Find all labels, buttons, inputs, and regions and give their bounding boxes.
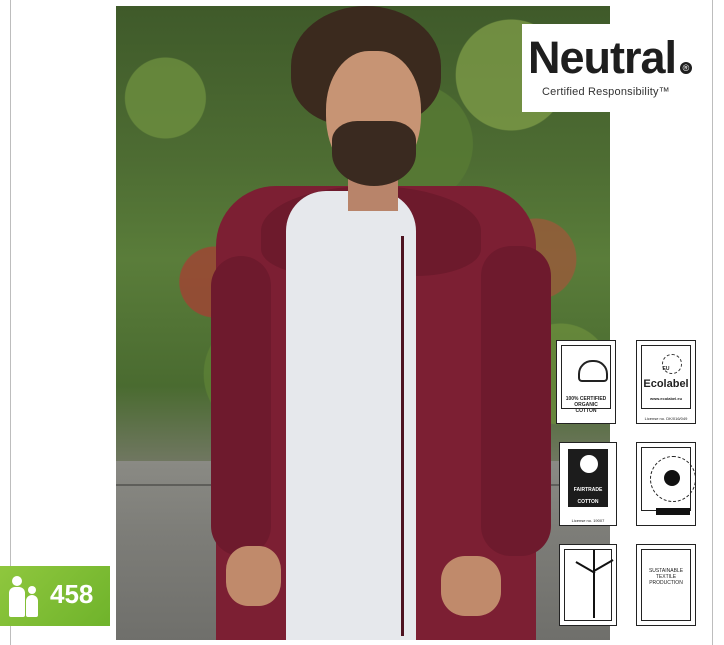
logo-registered-mark: ® <box>680 62 692 74</box>
badge-frame: 100% CERTIFIED ORGANIC COTTON <box>561 345 611 414</box>
hoodie-zip <box>401 236 404 636</box>
fairtrade-badge: FAIRTRADE COTTON License no. 19007 <box>559 442 617 526</box>
fairtrade-label: FAIRTRADE <box>573 487 603 493</box>
wind-energy-badge <box>559 544 617 626</box>
organic-cotton-label: 100% CERTIFIED ORGANIC COTTON <box>565 396 607 414</box>
tshirt <box>286 191 416 640</box>
person-beard <box>332 121 416 186</box>
badge-frame <box>564 549 614 621</box>
neutral-logo: Neutral ® Certified Responsibility™ <box>522 24 696 112</box>
cotton-flower-icon <box>578 360 608 382</box>
organic-cotton-badge: 100% CERTIFIED ORGANIC COTTON <box>556 340 616 424</box>
eu-ecolabel-badge: EU Ecolabel www.ecolabel.eu License no. … <box>636 340 696 424</box>
fairtrade-license: License no. 19007 <box>571 518 605 523</box>
seal-center-icon <box>664 470 680 486</box>
family-icon <box>6 576 42 620</box>
logo-tagline: Certified Responsibility™ <box>542 86 670 98</box>
seal-bar <box>656 508 690 515</box>
page-number: 458 <box>50 579 94 609</box>
ecolabel-url: www.ecolabel.eu <box>649 396 683 401</box>
fairtrade-mark: FAIRTRADE COTTON <box>568 449 608 507</box>
logo-wordmark: Neutral <box>528 32 677 83</box>
person-left-hand <box>226 546 281 606</box>
ecolabel-eu: EU <box>662 366 670 372</box>
wind-turbine-icon <box>593 570 595 618</box>
person-right-hand <box>441 556 501 616</box>
badge-frame: EU Ecolabel www.ecolabel.eu <box>641 345 691 409</box>
hoodie-right-arm <box>481 246 551 556</box>
turbine-blade <box>593 550 595 571</box>
step-label: SUSTAINABLE TEXTILE PRODUCTION <box>648 568 684 586</box>
page-border-right <box>712 0 713 645</box>
page-number-badge: 458 <box>0 566 110 626</box>
page-border-left <box>10 0 11 645</box>
hoodie-left-arm <box>211 256 271 556</box>
ecolabel-license: License no. DK/016/049 <box>644 416 688 421</box>
ecolabel-word: Ecolabel <box>643 378 689 390</box>
badge-frame <box>641 447 696 515</box>
badge-frame: SUSTAINABLE TEXTILE PRODUCTION <box>641 549 691 621</box>
turbine-blade <box>593 559 614 572</box>
fairtrade-icon <box>580 455 598 473</box>
step-badge: SUSTAINABLE TEXTILE PRODUCTION <box>636 544 696 626</box>
fairtrade-product: COTTON <box>577 499 599 505</box>
textile-standard-badge <box>636 442 696 526</box>
